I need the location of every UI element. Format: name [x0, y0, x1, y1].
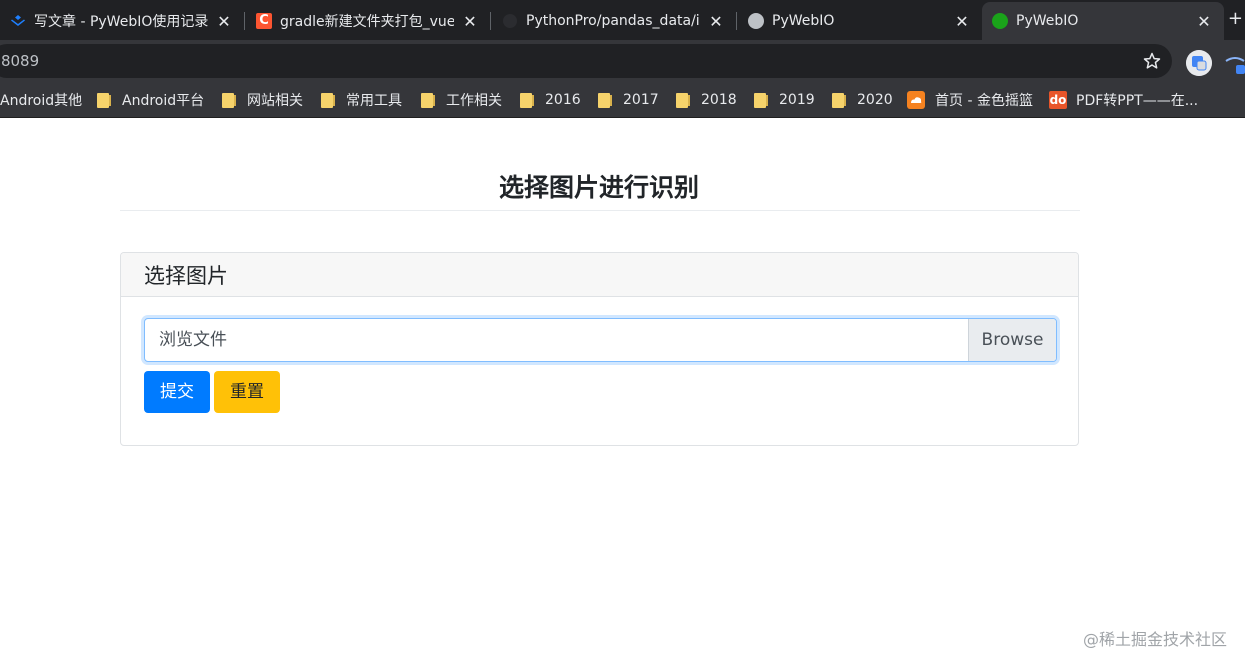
folder-icon [676, 92, 690, 108]
bookmark-label: 常用工具 [346, 93, 402, 109]
folder-icon [754, 92, 768, 108]
bookmark-label: 工作相关 [446, 93, 502, 109]
bookmark-item[interactable]: 2020 [832, 82, 893, 118]
bookmark-label: 2019 [779, 92, 815, 108]
bookmark-item[interactable]: 2017 [598, 82, 659, 118]
new-tab-button[interactable]: + [1228, 8, 1243, 29]
tab-4[interactable]: PyWebIO ✕ [738, 2, 982, 40]
bookmark-item[interactable]: Android平台 [97, 82, 204, 118]
bookmark-item[interactable]: do PDF转PPT——在... [1049, 82, 1198, 118]
upload-card: 选择图片 浏览文件 Browse 提交 重置 [120, 252, 1079, 446]
tab-separator [736, 12, 737, 30]
submit-button[interactable]: 提交 [144, 371, 210, 413]
close-icon[interactable]: ✕ [708, 12, 724, 31]
tab-2[interactable]: C gradle新建文件夹打包_vue ✕ [246, 2, 490, 40]
cloud-icon [907, 91, 925, 109]
folder-icon [520, 92, 534, 108]
close-icon[interactable]: ✕ [1196, 12, 1212, 31]
tab-title: 写文章 - PyWebIO使用记录 [34, 14, 208, 30]
folder-icon [222, 92, 236, 108]
bookmark-label: 网站相关 [247, 93, 303, 109]
status-dot-icon [992, 13, 1008, 29]
folder-icon [421, 92, 435, 108]
url-port: :8089 [0, 52, 40, 70]
tab-3[interactable]: PythonPro/pandas_data/ic ✕ [492, 2, 736, 40]
bookmark-item[interactable]: Android其他 [0, 82, 82, 118]
bookmark-item[interactable]: 常用工具 [321, 82, 402, 118]
folder-icon [598, 92, 612, 108]
bookmark-label: 2017 [623, 92, 659, 108]
card-header: 选择图片 [121, 253, 1078, 297]
browser-toolbar: t:8089 [0, 40, 1245, 82]
folder-icon [321, 92, 335, 108]
bookmark-item[interactable]: 工作相关 [421, 82, 502, 118]
tab-title: PyWebIO [1016, 13, 1079, 29]
file-input-placeholder: 浏览文件 [159, 330, 227, 350]
tab-title: gradle新建文件夹打包_vue [280, 14, 454, 30]
tab-separator [244, 12, 245, 30]
bookmark-item[interactable]: 网站相关 [222, 82, 303, 118]
bookmark-label: 2018 [701, 92, 737, 108]
tab-title: PyWebIO [772, 13, 835, 29]
tab-1[interactable]: 写文章 - PyWebIO使用记录 ✕ [0, 2, 244, 40]
tab-separator [490, 12, 491, 30]
page-title: 选择图片进行识别 [498, 173, 699, 202]
globe-icon [748, 13, 764, 29]
bookmark-label: Android平台 [122, 93, 205, 109]
close-icon[interactable]: ✕ [462, 12, 478, 31]
bookmark-label: 首页 - 金色摇篮 [935, 93, 1033, 109]
folder-icon [97, 92, 111, 108]
reset-button[interactable]: 重置 [214, 371, 280, 413]
address-bar[interactable]: t:8089 [0, 44, 1172, 78]
bookmark-label: Android其他 [0, 93, 83, 109]
bookmark-star-icon[interactable] [1142, 51, 1162, 71]
title-divider [120, 210, 1080, 211]
watermark-text: @稀土掘金技术社区 [1082, 630, 1227, 649]
tab-5-active[interactable]: PyWebIO ✕ [982, 2, 1224, 40]
translate-extension-icon[interactable] [1186, 50, 1212, 76]
bookmark-label: 2016 [545, 92, 581, 108]
extension-icon[interactable] [1224, 52, 1245, 74]
bookmark-item[interactable]: 2019 [754, 82, 815, 118]
bookmark-item[interactable]: 2016 [520, 82, 581, 118]
close-icon[interactable]: ✕ [216, 12, 232, 31]
github-icon [503, 14, 517, 28]
bookmark-label: PDF转PPT——在... [1076, 93, 1199, 109]
file-picker-input[interactable]: 浏览文件 Browse [144, 318, 1057, 362]
tab-strip: 写文章 - PyWebIO使用记录 ✕ C gradle新建文件夹打包_vue … [0, 0, 1245, 40]
juejin-icon [11, 15, 25, 26]
tab-title: PythonPro/pandas_data/ic [526, 13, 700, 29]
bookmark-item[interactable]: 首页 - 金色摇篮 [907, 82, 1033, 118]
browse-button[interactable]: Browse [968, 319, 1056, 361]
csdn-icon: C [256, 13, 272, 29]
url-text[interactable]: t:8089 [0, 44, 39, 78]
bookmarks-bar: Android其他 Android平台 网站相关 常用工具 工作相关 2016 … [0, 82, 1245, 118]
bookmark-item[interactable]: 2018 [676, 82, 737, 118]
close-icon[interactable]: ✕ [954, 12, 970, 31]
docin-icon: do [1049, 91, 1067, 109]
bookmark-label: 2020 [857, 92, 893, 108]
folder-icon [832, 92, 846, 108]
